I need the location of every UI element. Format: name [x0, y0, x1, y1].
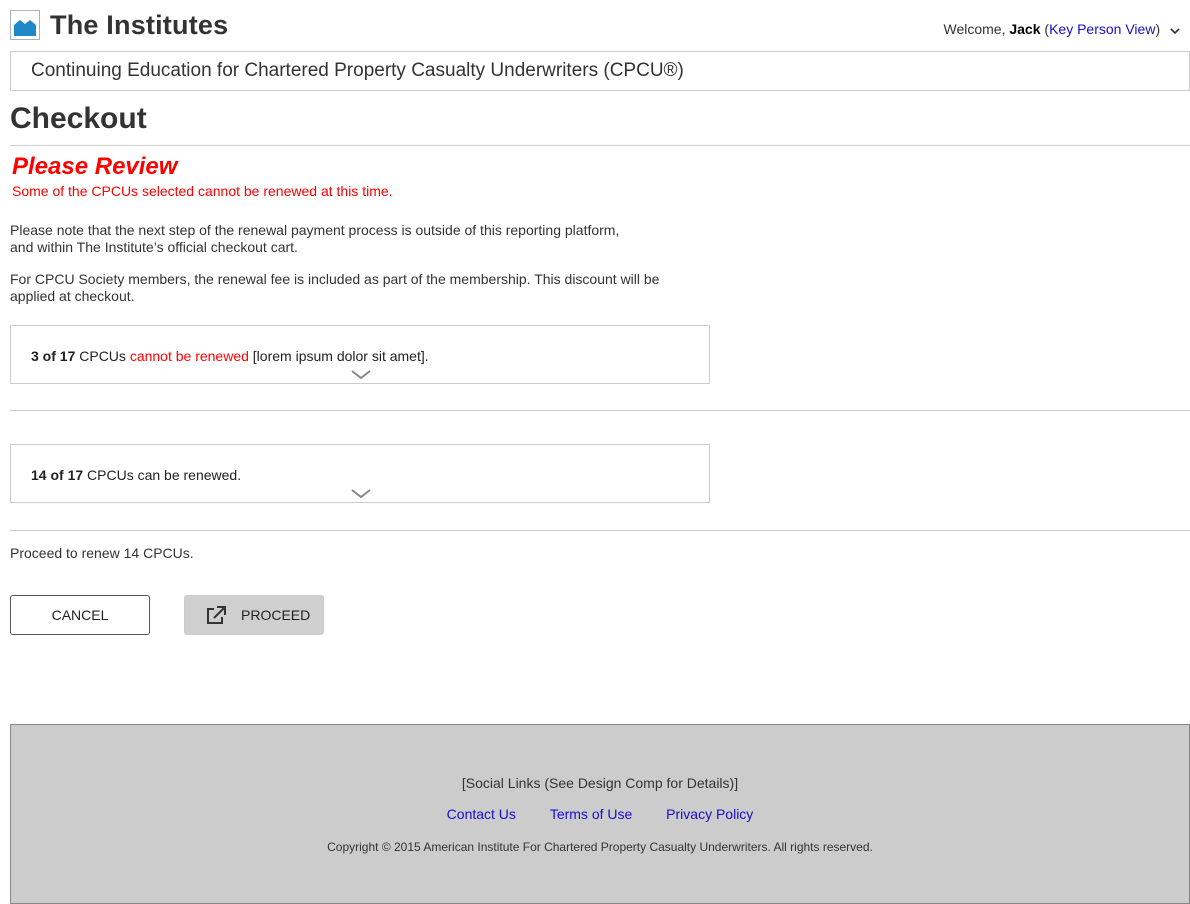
divider: [10, 145, 1190, 146]
panel-count: 14 of 17: [31, 467, 84, 483]
paren-close: ): [1155, 21, 1161, 37]
welcome-message: Welcome, Jack (Key Person View): [943, 21, 1180, 38]
panel-text: [lorem ipsum dolor sit amet].: [248, 348, 429, 364]
discount-note: For CPCU Society members, the renewal fe…: [10, 271, 659, 305]
program-title: Continuing Education for Chartered Prope…: [31, 60, 684, 81]
panel-text: CPCUs: [75, 348, 130, 364]
review-title: Please Review: [12, 153, 178, 180]
key-person-view-link[interactable]: Key Person View: [1049, 21, 1155, 37]
welcome-prefix: Welcome,: [943, 21, 1010, 37]
chevron-down-icon[interactable]: [351, 486, 371, 504]
chevron-down-icon[interactable]: [1170, 22, 1180, 38]
copyright: Copyright © 2015 American Institute For …: [327, 840, 873, 854]
payment-note-line: Please note that the next step of the re…: [10, 222, 620, 238]
panel-count: 3 of 17: [31, 348, 76, 364]
divider: [10, 530, 1190, 531]
social-links-placeholder: [Social Links (See Design Comp for Detai…: [461, 775, 739, 791]
site-footer: [Social Links (See Design Comp for Detai…: [10, 724, 1190, 904]
cannot-renew-status: cannot be renewed: [129, 348, 249, 364]
page-title: Checkout: [10, 102, 147, 135]
review-subtitle: Some of the CPCUs selected cannot be ren…: [12, 183, 393, 199]
site-header: The Institutes Welcome, Jack (Key Person…: [10, 8, 1190, 44]
cancel-button[interactable]: CANCEL: [10, 595, 150, 635]
cancel-label: CANCEL: [51, 607, 109, 623]
proceed-button[interactable]: PROCEED: [184, 595, 324, 635]
proceed-note: Proceed to renew 14 CPCUs.: [10, 545, 194, 561]
proceed-label: PROCEED: [241, 607, 311, 623]
contact-us-link[interactable]: Contact Us: [447, 806, 516, 822]
payment-note-line: and within The Institute’s official chec…: [10, 239, 298, 255]
brand-name: The Institutes: [50, 10, 229, 40]
chevron-down-icon[interactable]: [351, 367, 371, 385]
external-link-icon: [205, 605, 227, 628]
program-title-bar: Continuing Education for Chartered Prope…: [10, 51, 1190, 91]
cannot-renew-panel[interactable]: 3 of 17 CPCUs cannot be renewed [lorem i…: [10, 325, 710, 384]
can-renew-panel[interactable]: 14 of 17 CPCUs can be renewed.: [10, 444, 710, 503]
footer-links: Contact Us Terms of Use Privacy Policy: [11, 806, 1189, 822]
panel-summary: 14 of 17 CPCUs can be renewed.: [31, 467, 241, 483]
discount-note-line: For CPCU Society members, the renewal fe…: [10, 271, 660, 287]
panel-summary: 3 of 17 CPCUs cannot be renewed [lorem i…: [31, 348, 429, 364]
logo-icon[interactable]: [10, 10, 40, 40]
privacy-policy-link[interactable]: Privacy Policy: [666, 806, 753, 822]
terms-of-use-link[interactable]: Terms of Use: [550, 806, 632, 822]
payment-note: Please note that the next step of the re…: [10, 222, 619, 256]
user-name: Jack: [1009, 21, 1041, 37]
divider: [10, 410, 1190, 411]
panel-text: CPCUs can be renewed.: [83, 467, 242, 483]
discount-note-line: applied at checkout.: [10, 288, 135, 304]
